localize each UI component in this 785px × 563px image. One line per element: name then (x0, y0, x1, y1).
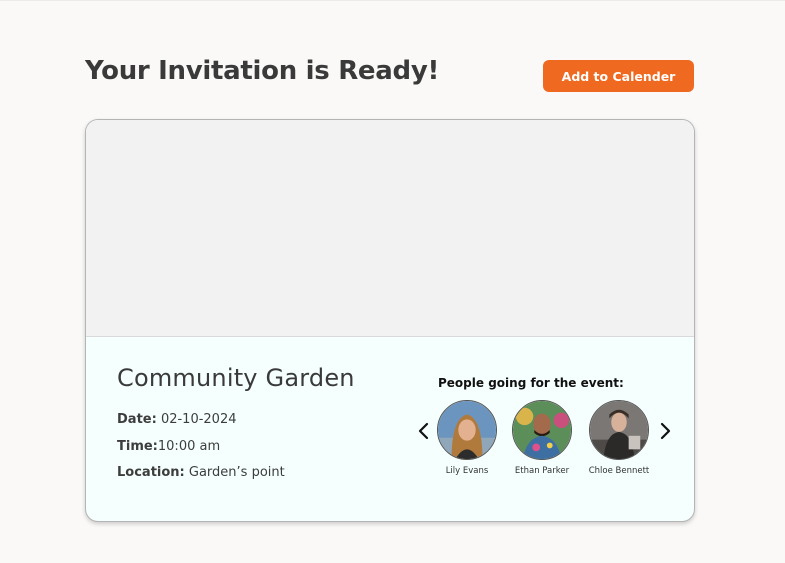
event-time-label: Time: (117, 439, 158, 454)
event-date-label: Date: (117, 412, 157, 427)
top-divider (0, 0, 785, 1)
event-time-value: 10:00 am (157, 439, 221, 454)
event-date-value: 02-10-2024 (160, 412, 237, 427)
avatar (512, 400, 572, 460)
avatar (589, 400, 649, 460)
attendee-card[interactable]: Chloe Bennett (579, 400, 659, 476)
attendee-name: Ethan Parker (514, 466, 570, 476)
avatar (437, 400, 497, 460)
invitation-card: Community Garden Date: 02-10-2024 Time:1… (85, 119, 695, 522)
event-title: Community Garden (117, 364, 355, 392)
event-location: Location: Garden’s point (117, 465, 285, 480)
attendee-card[interactable]: Ethan Parker (502, 400, 582, 476)
chevron-right-icon (660, 422, 671, 440)
event-location-value: Garden’s point (188, 465, 285, 480)
add-to-calendar-button[interactable]: Add to Calender (543, 60, 694, 92)
event-time: Time:10:00 am (117, 439, 220, 454)
carousel-next-button[interactable] (657, 419, 673, 443)
page-title: Your Invitation is Ready! (85, 56, 440, 86)
attendee-card[interactable]: Lily Evans (427, 400, 507, 476)
attendee-name: Lily Evans (445, 466, 489, 476)
attendee-name: Chloe Bennett (588, 466, 650, 476)
event-date: Date: 02-10-2024 (117, 412, 237, 427)
event-location-label: Location: (117, 465, 185, 480)
attendees-title: People going for the event: (438, 376, 624, 390)
event-banner-image (86, 120, 694, 337)
